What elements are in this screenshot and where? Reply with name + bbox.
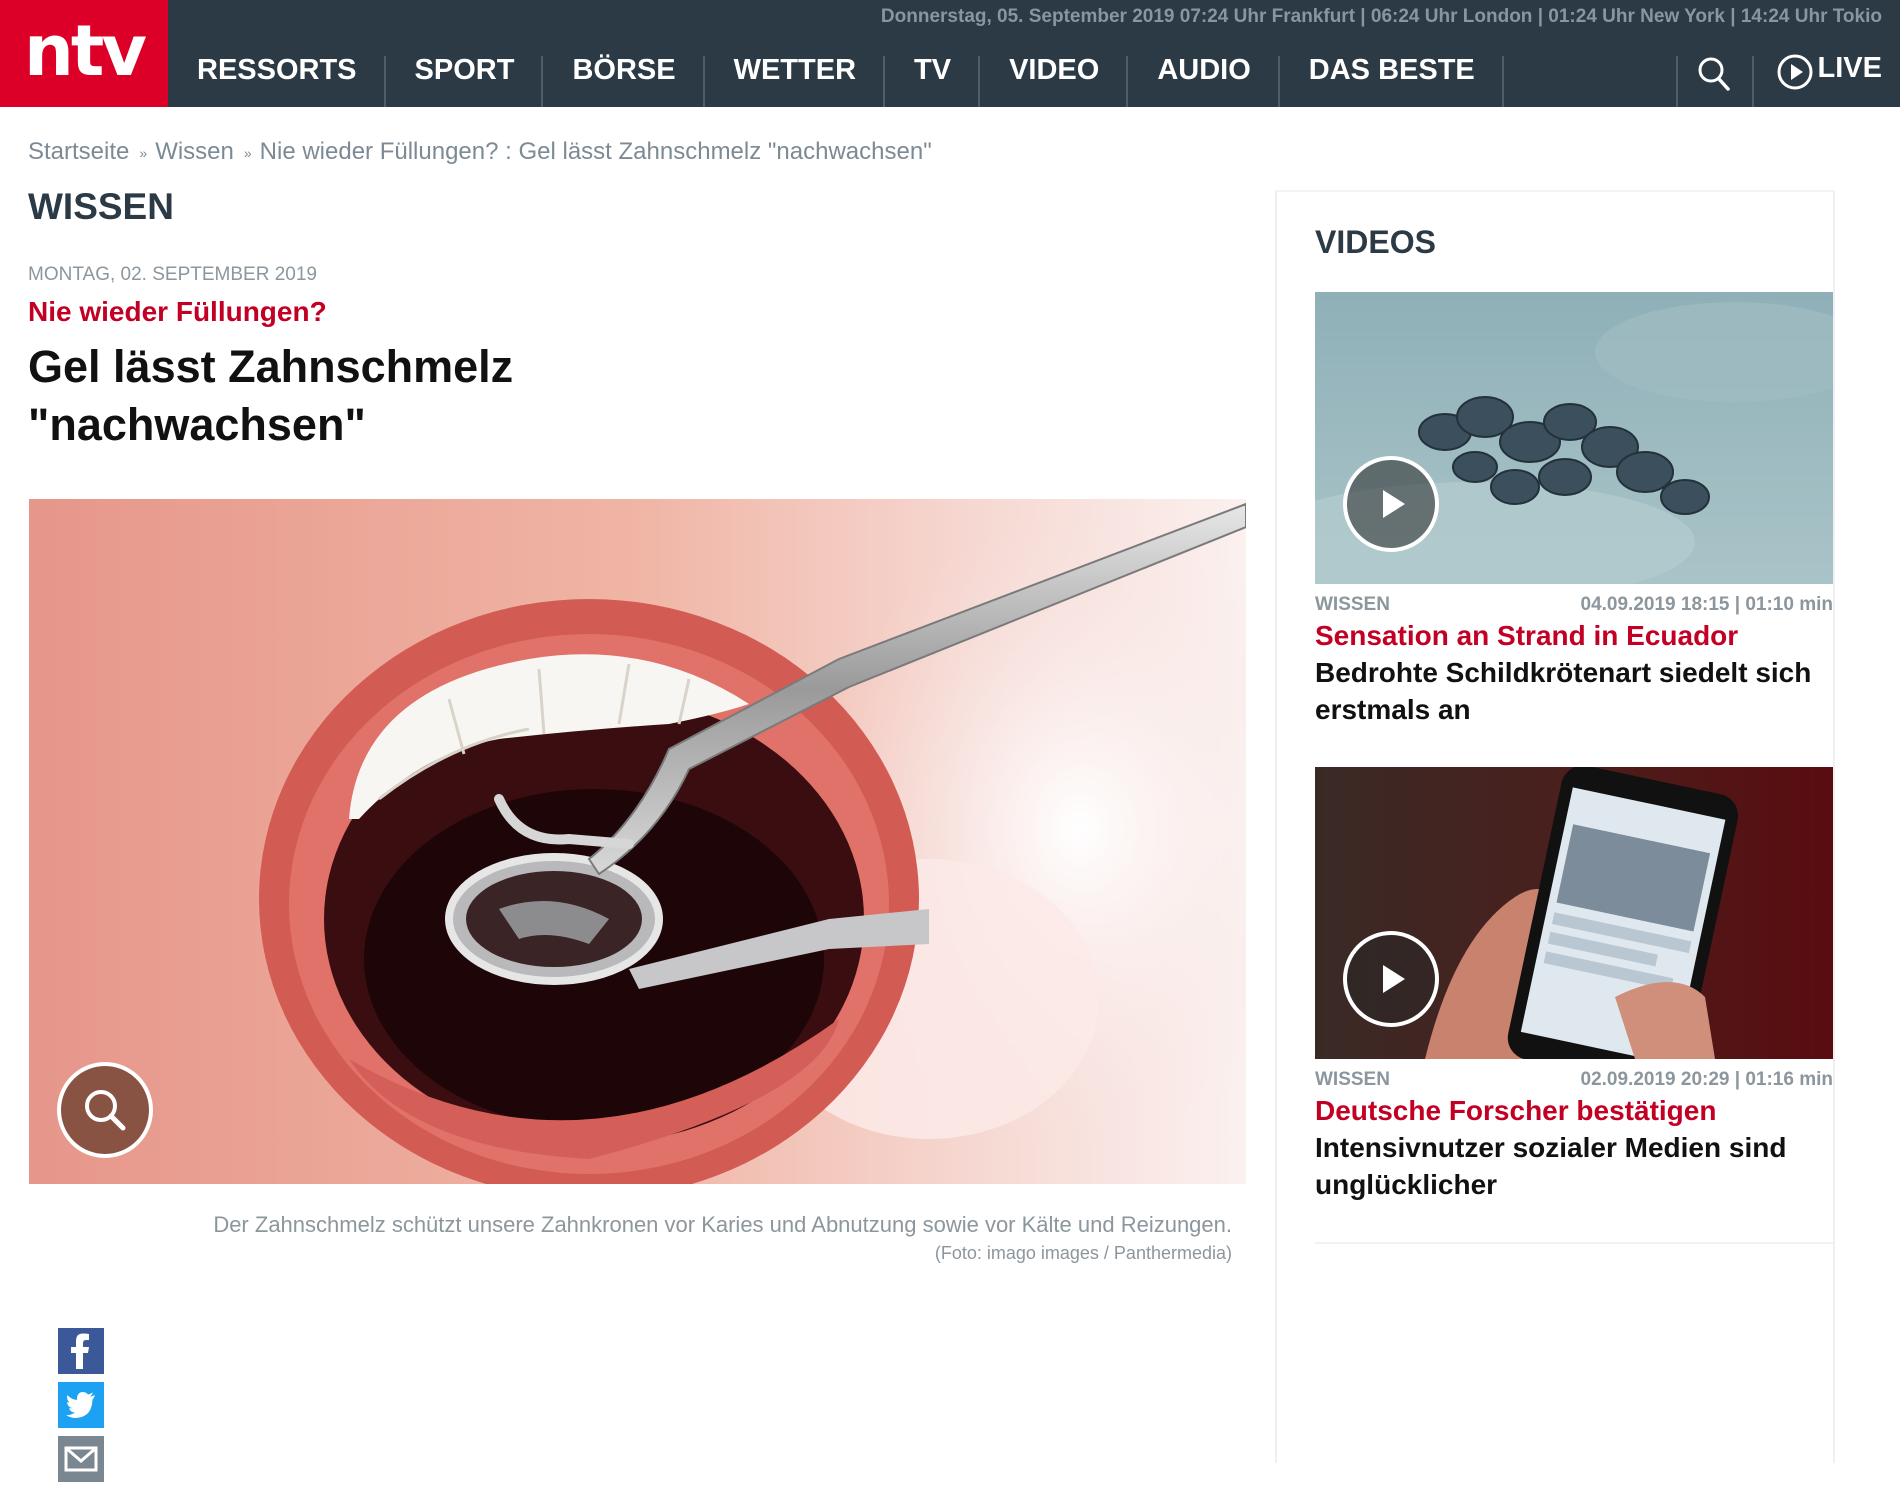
section-title: WISSEN [28,186,174,227]
video-category: WISSEN [1315,594,1390,615]
breadcrumb-wissen[interactable]: Wissen [155,138,234,165]
twitter-icon [66,1392,95,1418]
video-category: WISSEN [1315,1069,1390,1090]
live-button[interactable]: LIVE [1751,50,1900,107]
nav-item-boerse[interactable]: BÖRSE [543,50,705,107]
video-datetime: 04.09.2019 18:15 | 01:10 min [1580,594,1834,615]
play-button[interactable] [1343,931,1439,1027]
nav-right: LIVE [1675,50,1900,107]
play-icon [1383,490,1405,518]
play-circle-icon [1777,54,1813,90]
share-twitter-button[interactable] [58,1382,104,1428]
main-nav: RESSORTS SPORT BÖRSE WETTER TV VIDEO AUD… [168,50,1504,107]
videos-sidebar: VIDEOS WISSEN 04.09.2019 18:15 | 01:10 m… [1275,190,1835,1463]
share-email-button[interactable] [58,1436,104,1482]
zoom-button[interactable] [57,1062,153,1158]
breadcrumb-separator: » [139,144,147,161]
video-card[interactable]: WISSEN 02.09.2019 20:29 | 01:16 min Deut… [1315,767,1833,1203]
play-icon [1383,965,1405,993]
nav-item-video[interactable]: VIDEO [980,50,1129,107]
breadcrumb: Startseite » Wissen » Nie wieder Füllungen? … [28,138,932,166]
nav-item-wetter[interactable]: WETTER [705,50,886,107]
video-title[interactable]: Intensivnutzer sozialer Medien sind ungl… [1315,1129,1833,1203]
breadcrumb-separator: » [243,144,252,161]
video-kicker[interactable]: Sensation an Strand in Ecuador [1315,620,1833,652]
share-buttons [58,1328,104,1490]
video-kicker[interactable]: Deutsche Forscher bestätigen [1315,1095,1833,1127]
videos-title: VIDEOS [1315,224,1436,260]
site-header: ntv Donnerstag, 05. September 2019 07:24… [0,0,1900,107]
mail-icon [64,1446,98,1472]
share-facebook-button[interactable] [58,1328,104,1374]
nav-item-tv[interactable]: TV [885,50,981,107]
image-caption: Der Zahnschmelz schützt unsere Zahnkrone… [213,1212,1232,1237]
hero-image[interactable] [29,499,1246,1184]
search-button[interactable] [1675,50,1752,107]
ntv-logo[interactable]: ntv [0,0,168,107]
article-kicker: Nie wieder Füllungen? [28,296,327,327]
logo-text[interactable]: ntv [24,16,147,86]
facebook-icon [71,1333,89,1369]
video-thumbnail[interactable] [1315,292,1833,584]
video-meta: WISSEN 04.09.2019 18:15 | 01:10 min [1315,594,1833,616]
play-button[interactable] [1343,456,1439,552]
article-headline: Gel lässt Zahnschmelz "nachwachsen" [28,341,514,450]
nav-item-audio[interactable]: AUDIO [1128,50,1281,107]
breadcrumb-startseite[interactable]: Startseite [28,138,129,165]
live-label[interactable]: LIVE [1818,52,1882,85]
video-datetime: 02.09.2019 20:29 | 01:16 min [1580,1069,1834,1090]
photo-credit: (Foto: imago images / Panthermedia) [934,1243,1232,1263]
date-time-bar: Donnerstag, 05. September 2019 07:24 Uhr… [880,6,1882,27]
nav-item-das-beste[interactable]: DAS BESTE [1280,50,1504,107]
nav-item-ressorts[interactable]: RESSORTS [168,50,386,107]
magnifier-icon [85,1090,126,1131]
video-meta: WISSEN 02.09.2019 20:29 | 01:16 min [1315,1069,1833,1091]
video-card[interactable]: WISSEN 04.09.2019 18:15 | 01:10 min Sens… [1315,292,1833,728]
video-title[interactable]: Bedrohte Schildkrötenart siedelt sich er… [1315,654,1833,728]
video-thumbnail[interactable] [1315,767,1833,1059]
sidebar-divider [1315,1242,1833,1244]
dental-photo [29,499,1246,1184]
nav-item-sport[interactable]: SPORT [386,50,544,107]
breadcrumb-current[interactable]: Nie wieder Füllungen? : Gel lässt Zahnsc… [260,138,932,165]
article-date: Montag, 02. September 2019 [28,264,317,285]
search-icon [1698,57,1730,91]
